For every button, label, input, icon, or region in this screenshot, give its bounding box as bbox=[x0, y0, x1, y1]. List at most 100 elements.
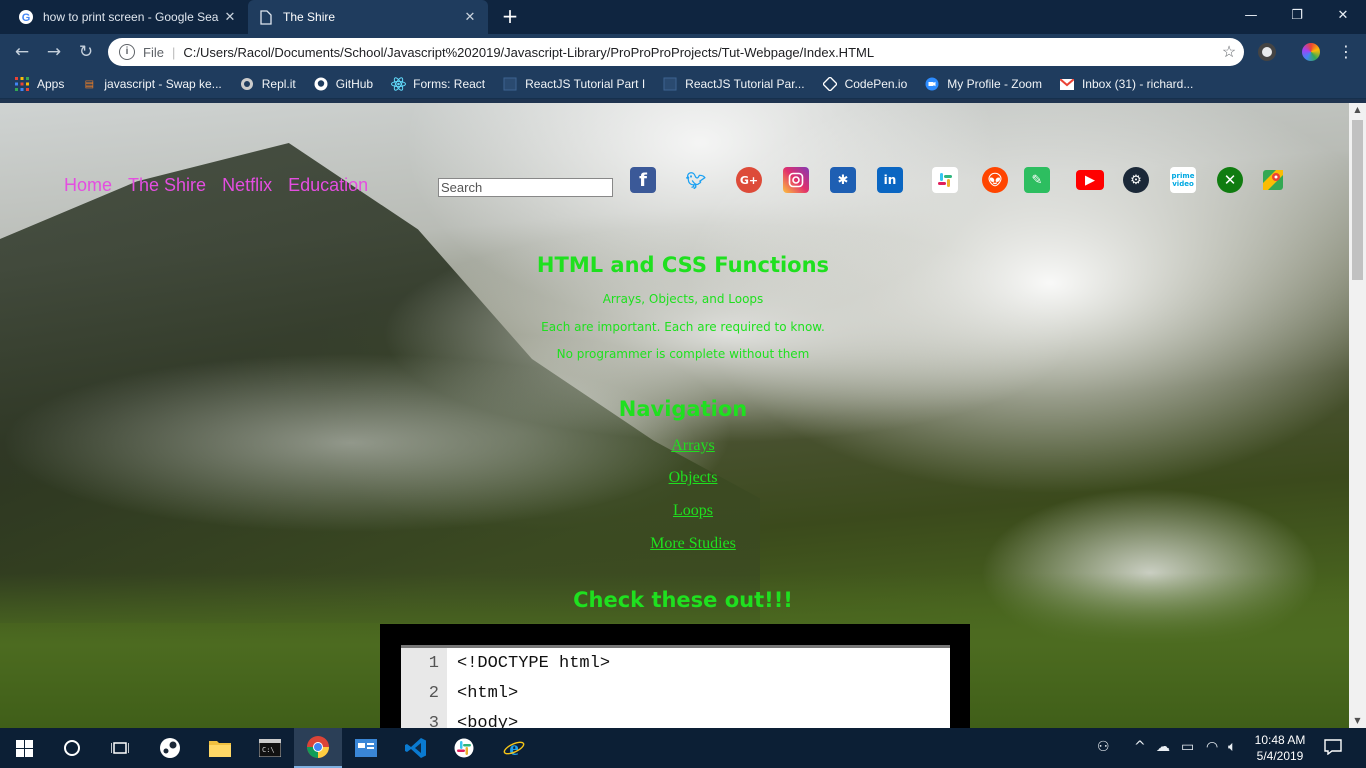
profile-avatar[interactable] bbox=[1302, 43, 1320, 61]
reddit-icon[interactable]: 👽︎ bbox=[982, 167, 1008, 193]
url-text[interactable]: C:/Users/Racol/Documents/School/Javascri… bbox=[183, 45, 1214, 60]
google-plus-icon[interactable]: G+ bbox=[736, 167, 762, 193]
prime-video-icon[interactable]: prime video bbox=[1170, 167, 1196, 193]
show-hidden-icons[interactable]: ^ bbox=[1134, 739, 1146, 755]
nav-list: Arrays bbox=[393, 435, 993, 455]
nav-list: Objects bbox=[393, 467, 993, 487]
clock-time: 10:48 AM bbox=[1254, 733, 1306, 747]
page-icon bbox=[662, 76, 678, 92]
slack-taskbar-icon[interactable] bbox=[440, 728, 488, 768]
bookmark-codepen[interactable]: CodePen.io bbox=[822, 76, 908, 92]
file-explorer-icon[interactable] bbox=[196, 728, 244, 768]
instagram-icon[interactable] bbox=[783, 167, 809, 193]
extension-icon[interactable] bbox=[1258, 43, 1276, 61]
nav-list: More Studies bbox=[393, 533, 993, 553]
bookmark-zoom[interactable]: My Profile - Zoom bbox=[924, 76, 1042, 92]
wifi-icon[interactable]: ◠ bbox=[1206, 739, 1218, 755]
bookmark-forms-react[interactable]: Forms: React bbox=[390, 76, 485, 92]
code-screenshot: 1 <!DOCTYPE html> 2 <html> 3 <body> bbox=[380, 624, 970, 728]
cortana-search-icon[interactable] bbox=[48, 728, 96, 768]
intro-line: Arrays, Objects, and Loops bbox=[602, 292, 764, 306]
back-icon[interactable]: ← bbox=[10, 40, 34, 64]
codepen-icon bbox=[822, 76, 838, 92]
bookmark-label: ReactJS Tutorial Par... bbox=[685, 77, 805, 91]
navigation-heading: Navigation bbox=[618, 397, 748, 421]
steam-taskbar-icon[interactable] bbox=[146, 728, 194, 768]
bookmark-star-icon[interactable]: ☆ bbox=[1214, 42, 1244, 62]
bookmark-reactjs-tutorial-2[interactable]: ReactJS Tutorial Par... bbox=[662, 76, 805, 92]
close-window-button[interactable]: ✕ bbox=[1320, 0, 1366, 30]
control-panel-icon[interactable] bbox=[342, 728, 390, 768]
new-tab-button[interactable]: + bbox=[498, 5, 522, 29]
bookmark-reactjs-tutorial-1[interactable]: ReactJS Tutorial Part I bbox=[502, 76, 645, 92]
site-nav: Home The Shire Netflix Education bbox=[64, 175, 384, 196]
nav-link-education[interactable]: Education bbox=[288, 175, 368, 196]
volume-muted-icon[interactable]: 🔈︎ bbox=[1228, 739, 1236, 755]
nav-link-the-shire[interactable]: The Shire bbox=[128, 175, 206, 196]
link-loops[interactable]: Loops bbox=[673, 502, 713, 519]
scroll-up-icon[interactable]: ▲ bbox=[1349, 103, 1366, 117]
address-bar[interactable]: i File | C:/Users/Racol/Documents/School… bbox=[108, 38, 1244, 66]
onedrive-icon[interactable]: ☁ bbox=[1156, 739, 1170, 755]
xbox-icon[interactable]: ✕ bbox=[1217, 167, 1243, 193]
google-maps-icon[interactable] bbox=[1260, 167, 1286, 193]
nav-link-home[interactable]: Home bbox=[64, 175, 112, 196]
action-center-icon[interactable] bbox=[1324, 739, 1342, 759]
browser-toolbar: ← → ↻ i File | C:/Users/Racol/Documents/… bbox=[0, 34, 1366, 70]
minimize-button[interactable]: — bbox=[1228, 0, 1274, 30]
internet-explorer-icon[interactable]: e bbox=[490, 728, 538, 768]
scroll-thumb[interactable] bbox=[1352, 120, 1363, 280]
close-tab-icon[interactable]: ✕ bbox=[222, 9, 238, 25]
system-clock[interactable]: 10:48 AM 5/4/2019 bbox=[1244, 732, 1316, 764]
page-scrollbar[interactable]: ▲ ▼ bbox=[1349, 103, 1366, 728]
steam-icon[interactable]: ⚙ bbox=[1123, 167, 1149, 193]
close-tab-icon[interactable]: ✕ bbox=[462, 9, 478, 25]
gmail-icon bbox=[1059, 76, 1075, 92]
link-arrays[interactable]: Arrays bbox=[671, 437, 715, 454]
maximize-button[interactable]: ❐ bbox=[1274, 0, 1320, 30]
address-separator: | bbox=[171, 44, 176, 60]
chrome-taskbar-icon[interactable] bbox=[294, 728, 342, 768]
bookmark-label: GitHub bbox=[335, 77, 374, 91]
terminal-icon[interactable]: C:\ bbox=[246, 728, 294, 768]
task-view-icon[interactable] bbox=[96, 728, 144, 768]
reload-icon[interactable]: ↻ bbox=[74, 40, 98, 64]
slack-icon[interactable] bbox=[932, 167, 958, 193]
tab-strip: G how to print screen - Google Sea ✕ The… bbox=[0, 0, 1366, 34]
code-text: <body> bbox=[457, 714, 519, 728]
bookmark-gmail[interactable]: Inbox (31) - richard... bbox=[1059, 76, 1193, 92]
bookmark-replit[interactable]: Repl.it bbox=[239, 76, 296, 92]
vscode-icon[interactable] bbox=[392, 728, 440, 768]
linkedin-icon[interactable]: in bbox=[877, 167, 903, 193]
search-input[interactable]: Search bbox=[438, 178, 613, 197]
bookmark-github[interactable]: GitHub bbox=[313, 76, 373, 92]
bookmark-label: CodePen.io bbox=[844, 77, 908, 91]
info-icon[interactable]: i bbox=[119, 44, 135, 60]
bookmark-label: javascript - Swap ke... bbox=[104, 77, 222, 91]
tab-google-search[interactable]: G how to print screen - Google Sea ✕ bbox=[8, 0, 248, 34]
battery-icon[interactable]: ▭ bbox=[1181, 739, 1194, 755]
nav-link-netflix[interactable]: Netflix bbox=[222, 175, 272, 196]
forward-icon[interactable]: → bbox=[42, 40, 66, 64]
bookmark-apps[interactable]: Apps bbox=[14, 76, 64, 92]
line-number: 1 bbox=[428, 654, 439, 673]
clock-date: 5/4/2019 bbox=[1256, 749, 1304, 763]
twitter-icon[interactable]: 🐦︎ bbox=[683, 167, 709, 193]
bookmarks-bar: Apps ▤ javascript - Swap ke... Repl.it G… bbox=[0, 70, 1366, 99]
link-objects[interactable]: Objects bbox=[669, 469, 718, 486]
evernote-icon[interactable]: ✎ bbox=[1024, 167, 1050, 193]
windows-start-icon[interactable] bbox=[0, 728, 48, 768]
tab-the-shire[interactable]: The Shire ✕ bbox=[248, 0, 488, 34]
people-icon[interactable]: ⚇ bbox=[1097, 739, 1110, 755]
facebook-icon[interactable]: f bbox=[630, 167, 656, 193]
replit-icon bbox=[239, 76, 255, 92]
chrome-menu-icon[interactable]: ⋮ bbox=[1336, 42, 1356, 62]
myspace-icon[interactable]: ✱ bbox=[830, 167, 856, 193]
bookmark-label: ReactJS Tutorial Part I bbox=[525, 77, 646, 91]
bookmark-stackoverflow[interactable]: ▤ javascript - Swap ke... bbox=[81, 76, 222, 92]
youtube-icon[interactable]: ▶ bbox=[1076, 170, 1104, 190]
scroll-down-icon[interactable]: ▼ bbox=[1349, 714, 1366, 728]
code-text: <!DOCTYPE html> bbox=[457, 654, 611, 673]
stackoverflow-icon: ▤ bbox=[84, 78, 95, 90]
link-more-studies[interactable]: More Studies bbox=[650, 535, 736, 552]
